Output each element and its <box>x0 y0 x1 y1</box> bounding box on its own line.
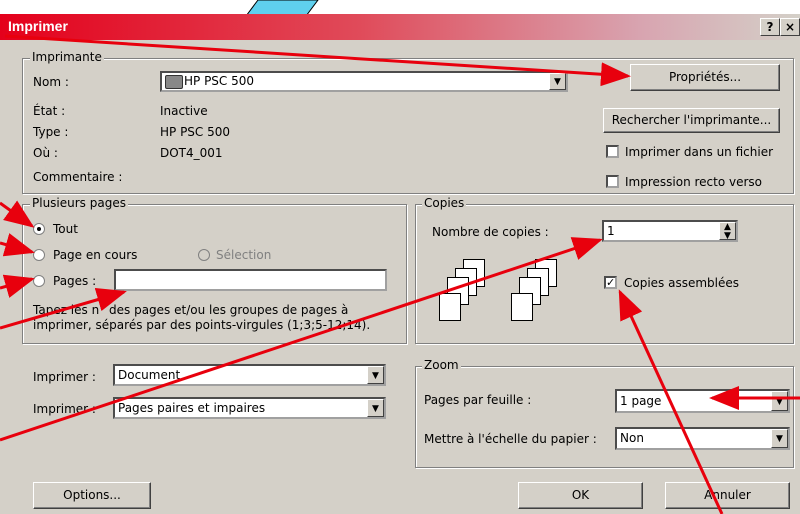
print-pages-value: Pages paires et impaires <box>118 401 266 415</box>
chevron-down-icon[interactable]: ▼ <box>367 399 384 417</box>
printer-name-value: HP PSC 500 <box>184 74 255 88</box>
pages-label[interactable]: Pages : <box>53 274 96 288</box>
selection-label: Sélection <box>216 248 272 262</box>
collate-label[interactable]: Copies assemblées <box>624 276 739 290</box>
scale-label: Mettre à l'échelle du papier : <box>424 432 597 446</box>
print-pages-select[interactable]: Pages paires et impaires ▼ <box>113 397 386 419</box>
window-title: Imprimer <box>8 18 68 34</box>
options-button[interactable]: Options... <box>33 482 151 509</box>
printer-name-label: Nom : <box>33 75 69 89</box>
print-pages-label: Imprimer : <box>33 402 96 416</box>
print-what-label: Imprimer : <box>33 370 96 384</box>
printer-name-select[interactable]: HP PSC 500 ▼ <box>160 71 568 92</box>
duplex-checkbox[interactable] <box>606 175 619 188</box>
type-value: HP PSC 500 <box>160 125 231 139</box>
duplex-label[interactable]: Impression recto verso <box>625 175 762 189</box>
chevron-down-icon[interactable]: ▼ <box>367 366 384 384</box>
printer-icon <box>165 75 183 89</box>
scale-select[interactable]: Non ▼ <box>615 427 790 450</box>
copies-count-label: Nombre de copies : <box>432 225 549 239</box>
pages-radio[interactable] <box>33 275 45 287</box>
ok-button[interactable]: OK <box>518 482 643 509</box>
all-pages-label[interactable]: Tout <box>53 222 78 236</box>
pages-hint: Tapez les n° des pages et/ou les groupes… <box>33 303 371 332</box>
properties-button[interactable]: Propriétés... <box>630 64 780 91</box>
state-label: État : <box>33 104 66 118</box>
all-pages-radio[interactable] <box>33 223 45 235</box>
zoom-group-label: Zoom <box>422 358 461 372</box>
copies-group-label: Copies <box>422 196 467 210</box>
pages-per-sheet-value: 1 page <box>620 394 662 408</box>
state-value: Inactive <box>160 104 208 118</box>
chevron-down-icon[interactable]: ▼ <box>771 429 788 448</box>
pages-per-sheet-label: Pages par feuille : <box>424 393 532 407</box>
where-label: Où : <box>33 146 58 160</box>
print-what-value: Document <box>118 368 181 382</box>
chevron-down-icon[interactable]: ▼ <box>771 391 788 411</box>
collate-checkbox[interactable]: ✓ <box>604 276 617 289</box>
pages-group-label: Plusieurs pages <box>30 196 128 210</box>
print-to-file-checkbox[interactable] <box>606 145 619 158</box>
close-button[interactable]: × <box>780 18 800 36</box>
copies-count-input[interactable]: 1 ▲ ▼ <box>602 220 738 242</box>
cancel-button[interactable]: Annuler <box>665 482 790 509</box>
current-page-radio[interactable] <box>33 249 45 261</box>
where-value: DOT4_001 <box>160 146 223 160</box>
title-bar[interactable] <box>0 14 800 40</box>
type-label: Type : <box>33 125 69 139</box>
scale-value: Non <box>620 431 644 445</box>
zoom-group <box>415 366 794 468</box>
spin-arrows-icon[interactable]: ▲ ▼ <box>719 222 736 240</box>
selection-radio <box>198 249 210 261</box>
copies-count-value: 1 <box>607 224 615 238</box>
help-button[interactable]: ? <box>760 18 780 36</box>
pages-per-sheet-select[interactable]: 1 page ▼ <box>615 389 790 413</box>
page-icon <box>439 293 461 321</box>
find-printer-button[interactable]: Rechercher l'imprimante... <box>603 108 780 133</box>
print-to-file-label[interactable]: Imprimer dans un fichier <box>625 145 773 159</box>
printer-group-label: Imprimante <box>30 50 104 64</box>
comment-label: Commentaire : <box>33 170 123 184</box>
current-page-label[interactable]: Page en cours <box>53 248 137 262</box>
print-what-select[interactable]: Document ▼ <box>113 364 386 386</box>
chevron-down-icon[interactable]: ▼ <box>549 73 566 90</box>
page-icon <box>511 293 533 321</box>
pages-input[interactable] <box>114 269 387 291</box>
